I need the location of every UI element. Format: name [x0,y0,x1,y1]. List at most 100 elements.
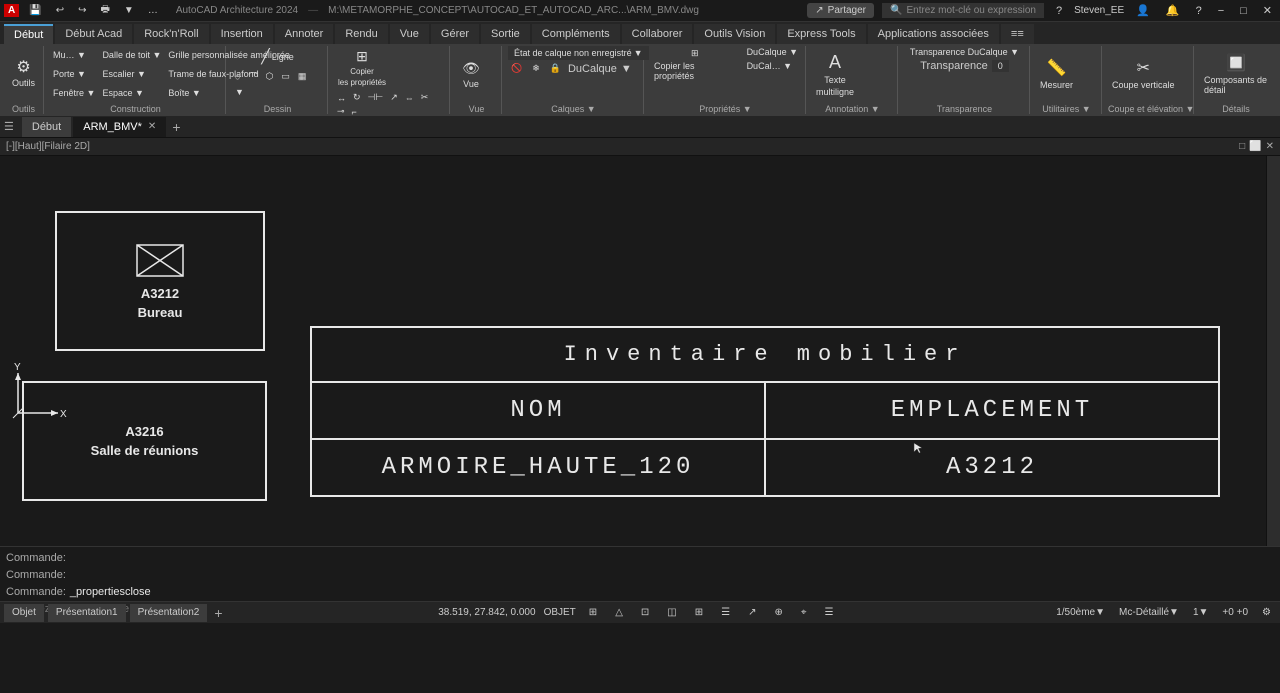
annotation-btn[interactable]: 1▼ [1188,606,1213,619]
tab-insertion[interactable]: Insertion [211,24,273,44]
view-close[interactable]: ✕ [1266,141,1274,152]
ducalque-arrow[interactable]: ▼ [621,63,632,75]
win-restore[interactable]: □ [1236,5,1251,17]
btn-mirror[interactable]: ⊣⊢ [365,91,387,104]
tab-arm-bmv-close[interactable]: ✕ [148,121,156,132]
btn-extend[interactable]: ⊸ [334,105,348,116]
btn-more[interactable]: ▼ [232,86,247,98]
outils-btn[interactable]: ⚙ Outils [8,58,39,90]
tab-rocknroll[interactable]: Rock'n'Roll [134,24,208,44]
layout-tab-pres2[interactable]: Présentation2 [130,604,208,622]
trans-value[interactable]: 0 [992,60,1009,72]
btn-dalle[interactable]: Dalle de toit ▼ [99,49,164,61]
tab-gerer[interactable]: Gérer [431,24,479,44]
btn-ligne[interactable]: ╱ Ligne [257,46,297,67]
btn-copier-prop[interactable]: ⊞ Copier les propriétés [334,46,390,89]
btn-fenetre[interactable]: Fenêtre ▼ [50,87,98,99]
btn-mesurer[interactable]: 📏 Mesurer [1036,56,1077,92]
tab-express-tools[interactable]: Express Tools [777,24,865,44]
scroll-right[interactable] [1266,156,1280,546]
calque-state[interactable]: État de calque non enregistré ▼ [508,46,649,60]
btn-porte[interactable]: Porte ▼ [50,68,98,80]
zoom-value[interactable]: +0 +0 [1217,606,1253,619]
tab-extra[interactable]: ≡≡ [1001,24,1034,44]
sidebar-toggle[interactable]: ☰ [4,120,14,133]
toggle-2[interactable]: △ [610,606,628,619]
layout-tab-add[interactable]: + [211,605,225,621]
tab-debut[interactable]: Début [4,24,53,44]
ducalque-1[interactable]: DuCalque ▼ [744,46,801,58]
tab-arm-bmv[interactable]: ARM_BMV* ✕ [73,117,166,137]
ducalque-2[interactable]: DuCal… ▼ [744,60,801,72]
btn-poly[interactable]: ⬡ [262,69,276,84]
quick-print[interactable]: 🖶 [96,2,113,19]
tab-sortie[interactable]: Sortie [481,24,530,44]
win-minimize[interactable]: − [1214,5,1228,17]
help-icon[interactable]: ? [1052,5,1066,17]
layout-tab-objet[interactable]: Objet [4,604,44,622]
tab-applications[interactable]: Applications associées [868,24,999,44]
btn-composants[interactable]: 🔲 Composants de détail [1200,51,1272,97]
btn-calque-freeze[interactable]: ❄ [529,62,543,75]
file-path: M:\METAMORPHE_CONCEPT\AUTOCAD_ET_AUTOCAD… [328,5,699,16]
quick-save[interactable]: 💾 [25,5,45,16]
toggle-3[interactable]: ⊡ [636,606,654,619]
scale-dropdown[interactable]: 1/50ème▼ [1051,606,1110,619]
toggle-8[interactable]: ⊕ [769,606,787,619]
toggle-10[interactable]: ☰ [820,606,839,619]
trans-ducalque[interactable]: Transparence DuCalque ▼ [907,46,1022,58]
user-icon[interactable]: 👤 [1132,4,1154,17]
toggle-5[interactable]: ⊞ [690,606,708,619]
quick-undo[interactable]: ↩ [52,5,68,16]
view-maximize[interactable]: ⬜ [1249,141,1261,152]
help-btn[interactable]: ? [1192,5,1206,17]
btn-move[interactable]: ↔ [334,91,349,104]
btn-arc[interactable]: ⌒ [245,69,260,84]
quick-menu[interactable]: ▼ [120,5,138,16]
btn-fillet[interactable]: ⌐ [349,105,360,116]
tab-outils-vision[interactable]: Outils Vision [694,24,775,44]
tab-debut-acad[interactable]: Début Acad [55,24,132,44]
tab-collaborer[interactable]: Collaborer [622,24,693,44]
tab-add-btn[interactable]: + [168,119,184,135]
view-restore[interactable]: □ [1239,141,1245,152]
btn-vue[interactable]: 👁 Vue [456,58,486,91]
btn-trim[interactable]: ✂ [418,91,432,104]
tab-debut-doc[interactable]: Début [22,117,71,137]
btn-coupe[interactable]: ✂ Coupe verticale [1108,56,1179,92]
notification-icon[interactable]: 🔔 [1162,4,1184,17]
btn-mu[interactable]: Mu… ▼ [50,49,98,61]
quick-redo[interactable]: ↪ [74,5,90,16]
btn-calque-off[interactable]: 🚫 [508,62,525,75]
canvas-area[interactable]: A3212 Bureau A3216 Salle de réunions Inv… [0,156,1280,546]
btn-scale[interactable]: ↗ [387,91,401,104]
toggle-1[interactable]: ⊞ [584,606,602,619]
toggle-4[interactable]: ◫ [662,606,681,619]
btn-rect[interactable]: ▭ [278,69,293,84]
tab-rendu[interactable]: Rendu [335,24,387,44]
toggle-9[interactable]: ⌖ [796,606,812,619]
gear-btn[interactable]: ⚙ [1257,606,1276,619]
btn-calque-lock[interactable]: 🔒 [547,62,564,75]
win-close[interactable]: ✕ [1259,4,1276,17]
btn-texte[interactable]: A Texte multiligne [812,50,858,99]
share-button[interactable]: ↗ Partager [807,3,874,18]
room-a3212[interactable]: A3212 Bureau [55,211,265,351]
btn-hatch[interactable]: ▦ [295,69,310,84]
btn-espace[interactable]: Espace ▼ [99,87,164,99]
toggle-6[interactable]: ☰ [716,606,735,619]
quick-more[interactable]: … [144,5,162,16]
tab-complements[interactable]: Compléments [532,24,620,44]
tab-vue[interactable]: Vue [390,24,429,44]
btn-stretch[interactable]: ⇔ [402,91,417,104]
tab-annoter[interactable]: Annoter [275,24,334,44]
layout-tab-pres1[interactable]: Présentation1 [48,604,126,622]
btn-copier-prop2[interactable]: ⊞ Copier les propriétés [650,46,740,83]
search-box[interactable]: 🔍 Entrez mot-clé ou expression [882,3,1044,18]
btn-escalier[interactable]: Escalier ▼ [99,68,164,80]
btn-circle[interactable]: ○ [232,69,243,84]
app-logo[interactable]: A [4,4,19,17]
btn-rotate[interactable]: ↻ [350,91,364,104]
detail-dropdown[interactable]: Mc-Détaillé▼ [1114,606,1184,619]
toggle-7[interactable]: ↗ [743,606,761,619]
